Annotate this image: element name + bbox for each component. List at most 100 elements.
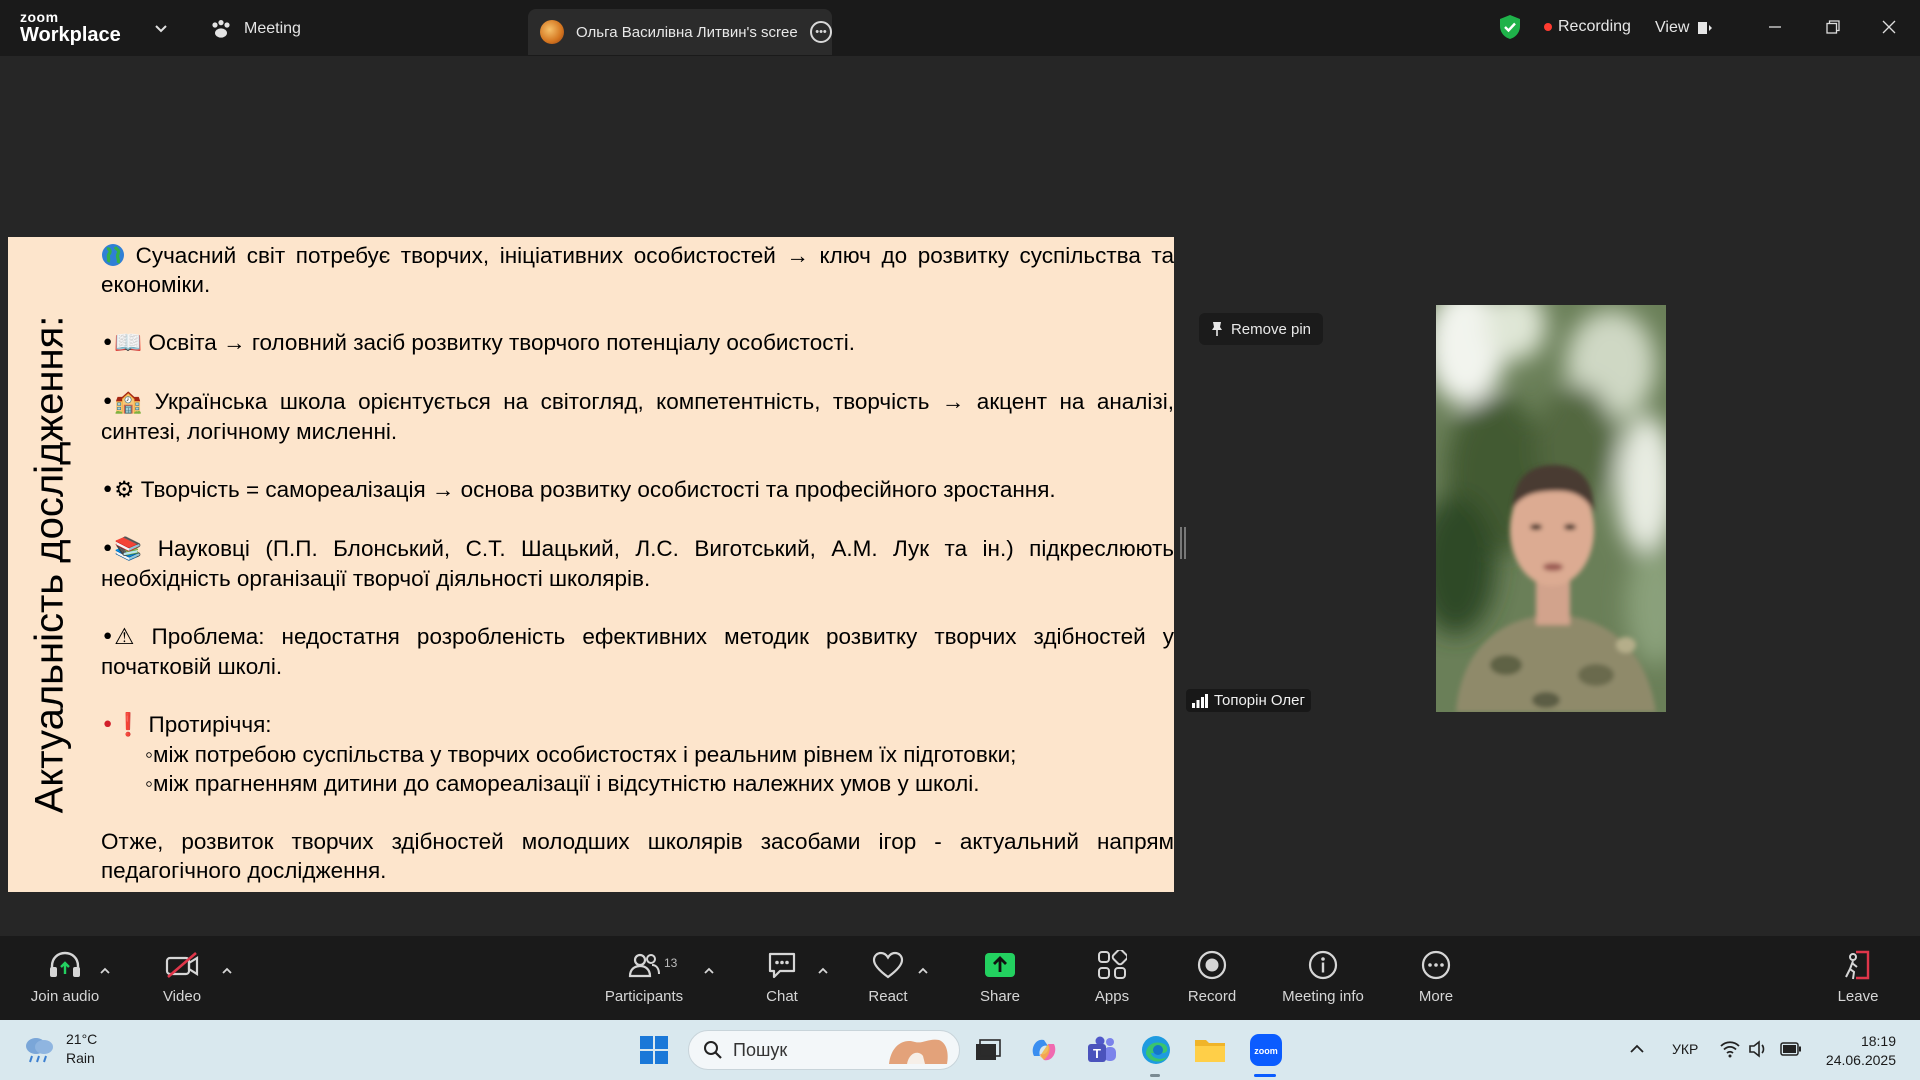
- recording-dot-icon: [1544, 23, 1552, 31]
- participants-icon: [628, 953, 660, 978]
- gear-icon: •⚙: [101, 477, 135, 503]
- react-options-chevron-up-icon[interactable]: [916, 964, 930, 978]
- warning-icon: •⚠: [101, 624, 135, 650]
- tab-shared-screen[interactable]: Ольга Василівна Литвин's screen •••: [528, 9, 832, 55]
- share-button[interactable]: Share: [974, 946, 1026, 1016]
- signal-strength-icon: [1192, 693, 1208, 708]
- tab-meeting[interactable]: Meeting: [210, 14, 301, 44]
- volume-icon[interactable]: [1748, 1040, 1768, 1058]
- zoom-workplace-logo[interactable]: zoom Workplace: [20, 10, 121, 45]
- slide-text-5: Науковці (П.П. Блонський, С.Т. Шацький, …: [101, 536, 1174, 591]
- book-icon: •📖: [101, 330, 143, 356]
- wifi-icon[interactable]: [1720, 1040, 1740, 1058]
- more-options-icon[interactable]: •••: [810, 21, 832, 43]
- books-icon: •📚: [101, 536, 143, 562]
- taskbar-clock[interactable]: 18:19 24.06.2025: [1822, 1032, 1896, 1070]
- shared-screen-slide: Актуальність дослідження: Сучасний світ …: [8, 237, 1174, 892]
- chat-button[interactable]: Chat: [756, 946, 808, 1016]
- search-placeholder: Пошук: [733, 1039, 788, 1060]
- weather-widget[interactable]: 21°C Rain: [22, 1030, 97, 1068]
- record-icon: [1197, 950, 1227, 980]
- chevron-down-icon[interactable]: [151, 18, 171, 38]
- audio-options-chevron-up-icon[interactable]: [98, 964, 112, 978]
- taskbar-task-view[interactable]: [970, 1032, 1006, 1068]
- recording-indicator[interactable]: Recording: [1544, 18, 1631, 36]
- edge-browser-icon: [1142, 1036, 1170, 1064]
- taskbar-teams[interactable]: T: [1084, 1032, 1120, 1068]
- slide-paragraph-4: •⚙ Творчість = самореалізація → основа р…: [101, 475, 1174, 505]
- participants-options-chevron-up-icon[interactable]: [702, 964, 716, 978]
- tab-meeting-label: Meeting: [244, 20, 301, 37]
- clock-time: 18:19: [1860, 1033, 1896, 1049]
- react-button[interactable]: React: [862, 946, 914, 1016]
- teams-icon: T: [1088, 1036, 1116, 1062]
- taskbar-zoom[interactable]: zoom: [1248, 1032, 1284, 1068]
- restore-icon: [1826, 20, 1840, 34]
- react-label: React: [868, 988, 908, 1005]
- view-button[interactable]: View: [1655, 14, 1713, 42]
- copilot-icon: [1032, 1039, 1056, 1061]
- taskbar-edge[interactable]: [1138, 1032, 1174, 1068]
- meeting-info-button[interactable]: Meeting info: [1278, 946, 1368, 1016]
- keyboard-language[interactable]: УКР: [1672, 1041, 1698, 1057]
- participant-name: Топорін Олег: [1214, 692, 1305, 709]
- slide-paragraph-5: •📚 Науковці (П.П. Блонський, С.Т. Шацьки…: [101, 534, 1174, 593]
- participant-video[interactable]: [1436, 305, 1666, 712]
- slide-vertical-title: Актуальність дослідження:: [27, 315, 72, 814]
- video-options-chevron-up-icon[interactable]: [220, 964, 234, 978]
- panel-resize-handle[interactable]: [1180, 527, 1186, 559]
- slide-paragraph-6: •⚠ Проблема: недостатня розробленість еф…: [101, 622, 1174, 681]
- search-icon: [704, 1041, 722, 1059]
- leave-button[interactable]: Leave: [1832, 946, 1884, 1016]
- security-shield-icon[interactable]: [1498, 14, 1522, 40]
- video-label: Video: [162, 988, 202, 1005]
- slide-text-7: Протиріччя:: [142, 712, 272, 737]
- apps-label: Apps: [1094, 988, 1130, 1005]
- record-button[interactable]: Record: [1186, 946, 1238, 1016]
- edge-running-indicator: [1150, 1074, 1160, 1077]
- slide-paragraph-7: •❗ Протиріччя: ◦між потребою суспільства…: [101, 710, 1174, 798]
- exclamation-icon: •❗: [101, 712, 143, 738]
- taskbar-copilot[interactable]: [1026, 1032, 1062, 1068]
- title-bar: zoom Workplace Meeting Ольга Василівна Л…: [0, 0, 1920, 56]
- video-off-icon: [165, 952, 199, 978]
- more-button[interactable]: More: [1410, 946, 1462, 1016]
- share-screen-icon: [985, 953, 1015, 977]
- weather-condition: Rain: [66, 1050, 95, 1066]
- recording-label: Recording: [1558, 18, 1631, 35]
- chat-bubble-icon: [768, 952, 796, 979]
- chat-options-chevron-up-icon[interactable]: [816, 964, 830, 978]
- tray-overflow-chevron-up-icon[interactable]: [1628, 1042, 1646, 1056]
- video-button[interactable]: Video: [152, 946, 212, 1016]
- meeting-info-label: Meeting info: [1282, 988, 1364, 1005]
- close-button[interactable]: [1874, 12, 1904, 42]
- taskbar-file-explorer[interactable]: [1192, 1032, 1228, 1068]
- headphones-icon: [50, 951, 80, 977]
- battery-icon[interactable]: [1780, 1042, 1802, 1056]
- zoom-app-icon: zoom: [1250, 1034, 1282, 1066]
- svg-text:T: T: [1093, 1046, 1101, 1061]
- minimize-button[interactable]: [1760, 12, 1790, 42]
- apps-button[interactable]: Apps: [1086, 946, 1138, 1016]
- svg-text:zoom: zoom: [1254, 1046, 1278, 1056]
- join-audio-button[interactable]: Join audio: [26, 946, 104, 1016]
- taskbar-search[interactable]: Пошук: [688, 1030, 960, 1070]
- meeting-stage: Актуальність дослідження: Сучасний світ …: [0, 56, 1920, 936]
- info-icon: [1308, 950, 1338, 980]
- heart-icon: [872, 951, 904, 979]
- logo-workplace-text: Workplace: [20, 24, 121, 46]
- slide-text-2: Освіта → головний засіб розвитку творчог…: [142, 330, 856, 355]
- record-label: Record: [1187, 988, 1237, 1005]
- start-button[interactable]: [636, 1032, 672, 1068]
- weather-temperature: 21°C: [66, 1031, 98, 1047]
- participants-count: 13: [664, 956, 678, 970]
- restore-button[interactable]: [1818, 12, 1848, 42]
- slide-text-1: Сучасний світ потребує творчих, ініціати…: [101, 243, 1174, 297]
- task-view-icon: [976, 1039, 1001, 1060]
- tab-shared-screen-label: Ольга Василівна Литвин's screen: [576, 23, 798, 41]
- remove-pin-button[interactable]: Remove pin: [1199, 313, 1323, 345]
- more-label: More: [1418, 988, 1454, 1005]
- presenter-avatar-icon: [540, 20, 564, 44]
- clock-date: 24.06.2025: [1825, 1052, 1896, 1068]
- meeting-pawprint-icon: [212, 20, 230, 38]
